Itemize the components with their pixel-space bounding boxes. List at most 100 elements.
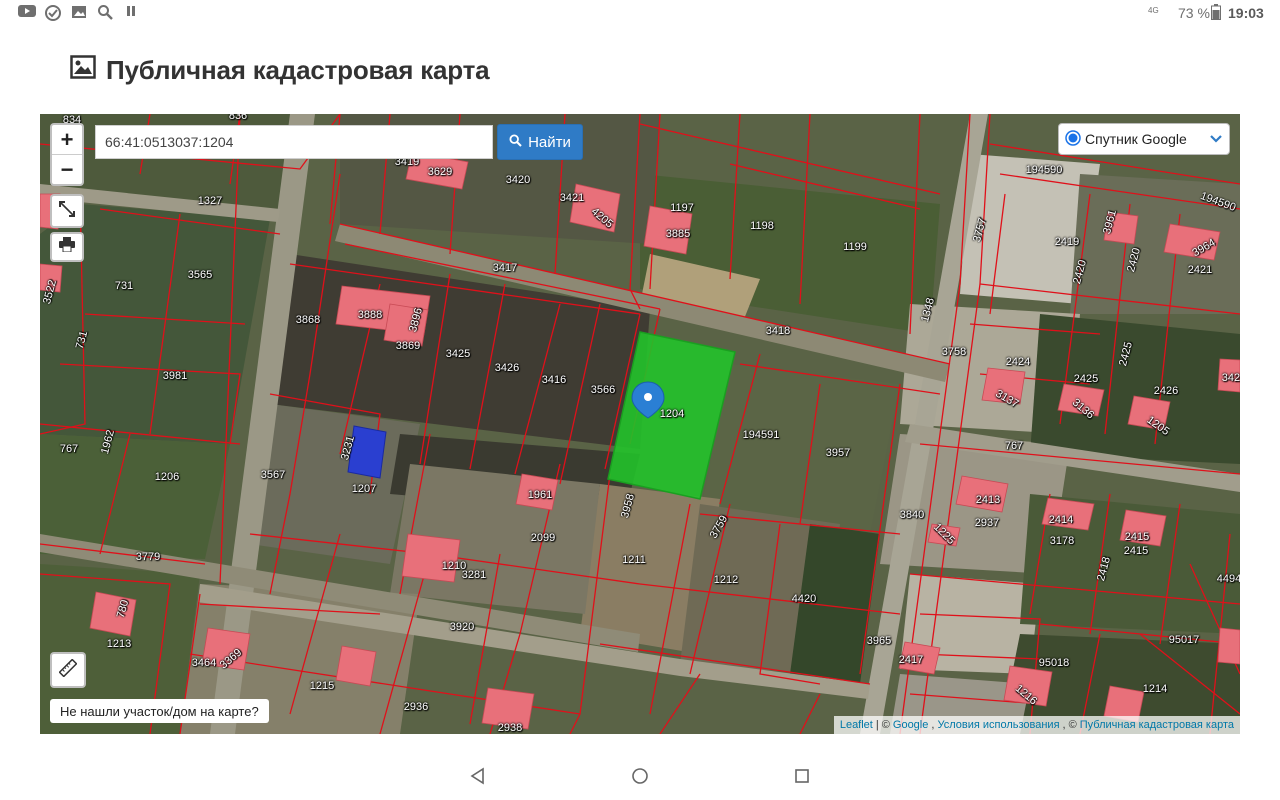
comma: ,	[931, 719, 935, 731]
home-button[interactable]	[628, 764, 652, 788]
parcel-label[interactable]: 1197	[670, 202, 694, 214]
parcel-label[interactable]: 2424	[1006, 356, 1030, 368]
parcel-label[interactable]: 95018	[1039, 657, 1070, 669]
parcel-label[interactable]: 1214	[1143, 683, 1167, 695]
parcel-label[interactable]: 3567	[261, 469, 285, 481]
parcel-label[interactable]: 2425	[1074, 373, 1098, 385]
search-button[interactable]: Найти	[497, 124, 583, 160]
ruler-icon	[58, 657, 78, 682]
status-bar: 4G 73 % 19:03	[0, 0, 1280, 26]
parcel-label[interactable]: 2421	[1188, 264, 1212, 276]
youtube-icon	[18, 4, 36, 22]
parcel-label[interactable]: 1210	[442, 560, 466, 572]
page-title: Публичная кадастровая карта	[70, 52, 490, 88]
parcel-label[interactable]: 1215	[310, 680, 334, 692]
parcel-label[interactable]: 3868	[296, 314, 320, 326]
search-icon	[509, 133, 522, 151]
recents-icon	[790, 769, 814, 792]
google-link[interactable]: Google	[893, 719, 928, 731]
navigation-bar	[0, 748, 1280, 800]
parcel-label[interactable]: 3869	[396, 340, 420, 352]
parcel-label[interactable]: 3565	[188, 269, 212, 281]
parcel-label[interactable]: 3566	[591, 384, 615, 396]
parcel-label[interactable]: 731	[115, 280, 133, 292]
parcel-label[interactable]: 2936	[404, 701, 428, 713]
parcel-label[interactable]: 767	[1005, 440, 1023, 452]
parcel-label[interactable]: 3758	[942, 346, 966, 358]
parcel-label[interactable]: 3957	[826, 447, 850, 459]
layer-select[interactable]: Спутник Google	[1058, 123, 1230, 155]
recents-button[interactable]	[790, 764, 814, 788]
parcel-label[interactable]: 3418	[766, 325, 790, 337]
zoom-out-button[interactable]: −	[52, 155, 82, 184]
parcel-label[interactable]: 2414	[1049, 514, 1073, 526]
parcel-label[interactable]: 3920	[450, 621, 474, 633]
pause-icon	[122, 4, 140, 22]
parcel-label[interactable]: 3629	[428, 166, 452, 178]
parcel-label[interactable]: 767	[60, 443, 78, 455]
parcel-label[interactable]: 2415	[1125, 531, 1149, 543]
parcel-label[interactable]: 4420	[792, 593, 816, 605]
measure-button[interactable]	[50, 652, 86, 688]
fullscreen-button[interactable]	[50, 194, 84, 228]
parcel-label[interactable]: 3424	[1222, 372, 1240, 384]
parcel-label[interactable]: 3965	[867, 635, 891, 647]
parcel-label[interactable]: 2938	[498, 722, 522, 734]
parcel-label[interactable]: 3416	[542, 374, 566, 386]
parcel-label[interactable]: 3840	[900, 509, 924, 521]
parcel-label[interactable]: 1198	[750, 220, 774, 232]
parcel-label[interactable]: 3425	[446, 348, 470, 360]
battery-icon	[1207, 4, 1225, 22]
parcel-label[interactable]: 1961	[528, 489, 552, 501]
search-button-label: Найти	[528, 133, 571, 151]
print-button[interactable]	[50, 232, 84, 262]
not-found-link[interactable]: Не нашли участок/дом на карте?	[50, 699, 269, 723]
parcel-label[interactable]: 194590	[1026, 164, 1063, 176]
parcel-label[interactable]: 3779	[136, 551, 160, 563]
attribution-separator: , ©	[1062, 719, 1077, 731]
zoom-in-button[interactable]: +	[52, 125, 82, 155]
zoom-control: + −	[50, 123, 84, 186]
page-title-text: Публичная кадастровая карта	[106, 54, 490, 85]
parcel-label[interactable]: 3421	[560, 192, 584, 204]
parcel-label[interactable]: 2417	[899, 654, 923, 666]
parcel-label[interactable]: 2937	[975, 517, 999, 529]
image-icon	[70, 54, 96, 86]
parcel-label[interactable]: 95017	[1169, 634, 1200, 646]
parcel-label[interactable]: 1207	[352, 483, 376, 495]
parcel-label[interactable]: 1206	[155, 471, 179, 483]
back-button[interactable]	[466, 764, 490, 788]
parcel-label[interactable]: 194591	[743, 429, 780, 441]
parcel-label[interactable]: 3464	[192, 657, 216, 669]
battery-percent: 73 %	[1178, 5, 1210, 21]
parcel-label[interactable]: 2413	[976, 494, 1000, 506]
parcel-label[interactable]: 1213	[107, 638, 131, 650]
terms-link[interactable]: Условия использования	[937, 719, 1059, 731]
parcel-label[interactable]: 3420	[506, 174, 530, 186]
check-circle-icon	[44, 4, 62, 22]
pkk-link[interactable]: Публичная кадастровая карта	[1080, 719, 1234, 731]
parcel-label[interactable]: 2426	[1154, 385, 1178, 397]
parcel-label[interactable]: 1199	[843, 241, 867, 253]
leaflet-link[interactable]: Leaflet	[840, 719, 873, 731]
parcel-label[interactable]: 1212	[714, 574, 738, 586]
parcel-label[interactable]: 3178	[1050, 535, 1074, 547]
printer-icon	[59, 237, 75, 257]
parcel-label[interactable]: 1211	[622, 554, 646, 566]
cadastral-search-input[interactable]	[95, 125, 493, 159]
fullscreen-icon	[59, 200, 75, 222]
parcel-label[interactable]: 2415	[1124, 545, 1148, 557]
cadastral-map[interactable]: 834 836 3419 3629 3420 3421 4205 1197 3885 1198 11…	[40, 114, 1240, 734]
selected-parcel-label[interactable]: 1204	[660, 408, 684, 420]
parcel-label[interactable]: 2419	[1055, 236, 1079, 248]
parcel-label[interactable]: 4494	[1217, 573, 1240, 585]
parcel-label[interactable]: 2099	[531, 532, 555, 544]
parcel-label[interactable]: 3417	[493, 262, 517, 274]
parcel-label[interactable]: 3885	[666, 228, 690, 240]
parcel-label[interactable]: 1327	[198, 195, 222, 207]
parcel-label[interactable]: 3981	[163, 370, 187, 382]
parcel-label[interactable]: 3426	[495, 362, 519, 374]
parcel-label[interactable]: 836	[229, 114, 247, 122]
home-icon	[628, 768, 652, 792]
parcel-label[interactable]: 3888	[358, 309, 382, 321]
